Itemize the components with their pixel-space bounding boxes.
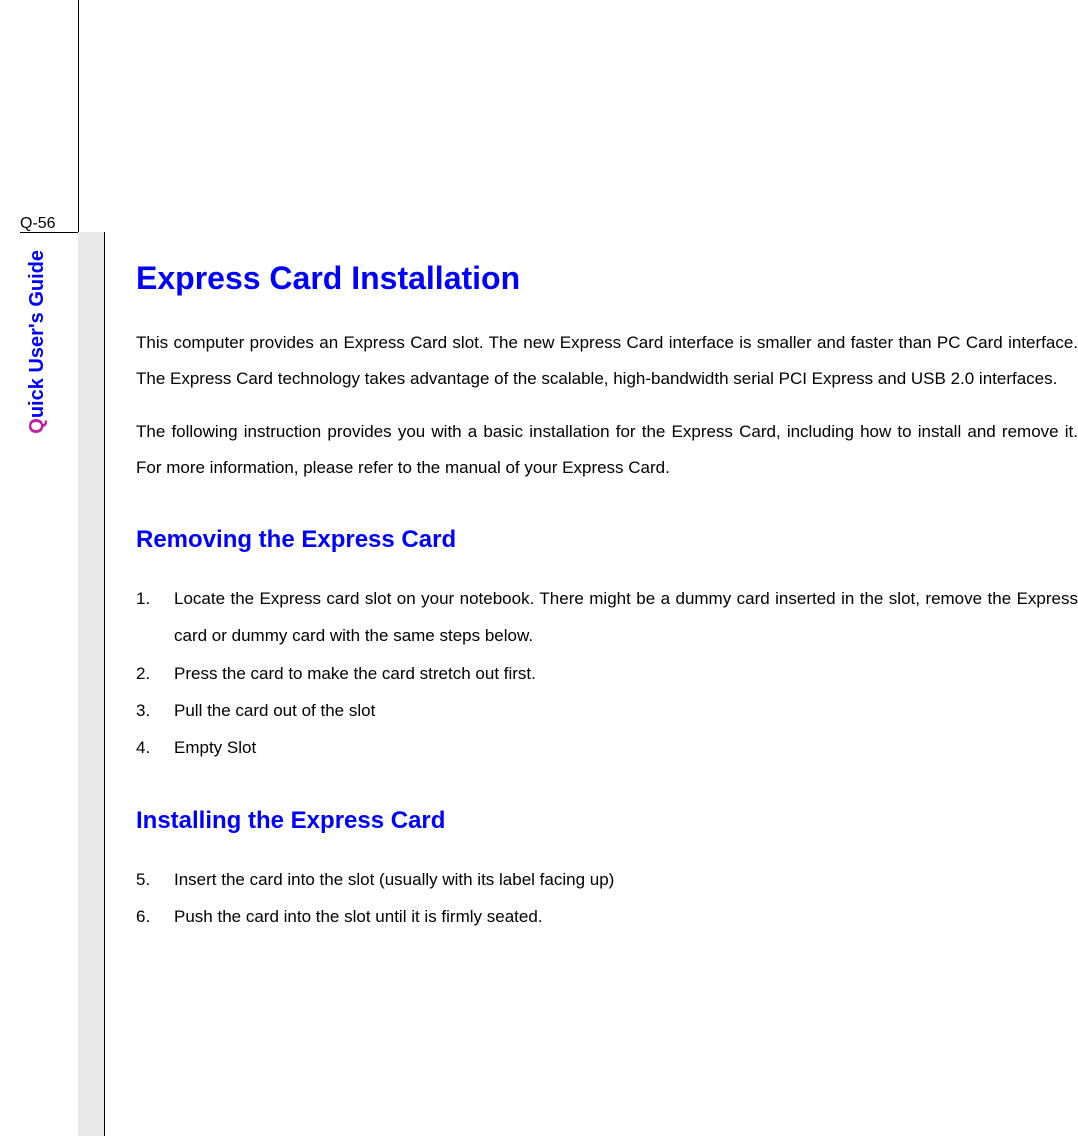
list-number: 6. — [136, 898, 174, 935]
list-text: Press the card to make the card stretch … — [174, 655, 1078, 692]
list-number: 2. — [136, 655, 174, 692]
list-text: Empty Slot — [174, 729, 1078, 766]
list-item: 3. Pull the card out of the slot — [136, 692, 1078, 729]
page-number: Q-56 — [20, 215, 56, 233]
list-text: Insert the card into the slot (usually w… — [174, 861, 1078, 898]
list-installing: 5. Insert the card into the slot (usuall… — [136, 861, 1078, 936]
divider-vertical-inner — [104, 232, 105, 1136]
list-item: 4. Empty Slot — [136, 729, 1078, 766]
divider-horizontal — [20, 232, 78, 233]
sidebar-prefix: Q — [26, 418, 48, 434]
list-item: 2. Press the card to make the card stret… — [136, 655, 1078, 692]
paragraph-intro-1: This computer provides an Express Card s… — [136, 325, 1078, 396]
list-text: Locate the Express card slot on your not… — [174, 580, 1078, 655]
main-content: Express Card Installation This computer … — [136, 260, 1078, 935]
list-item: 1. Locate the Express card slot on your … — [136, 580, 1078, 655]
heading-main: Express Card Installation — [136, 260, 1078, 297]
sidebar-rest: uick User's Guide — [26, 250, 48, 418]
list-text: Pull the card out of the slot — [174, 692, 1078, 729]
list-item: 5. Insert the card into the slot (usuall… — [136, 861, 1078, 898]
list-number: 1. — [136, 580, 174, 655]
list-number: 4. — [136, 729, 174, 766]
list-number: 5. — [136, 861, 174, 898]
sidebar-strip — [78, 232, 104, 1136]
list-removing: 1. Locate the Express card slot on your … — [136, 580, 1078, 767]
list-item: 6. Push the card into the slot until it … — [136, 898, 1078, 935]
heading-removing: Removing the Express Card — [136, 526, 1078, 554]
paragraph-intro-2: The following instruction provides you w… — [136, 414, 1078, 485]
heading-installing: Installing the Express Card — [136, 807, 1078, 835]
list-number: 3. — [136, 692, 174, 729]
sidebar-title: Quick User's Guide — [26, 250, 49, 434]
list-text: Push the card into the slot until it is … — [174, 898, 1078, 935]
